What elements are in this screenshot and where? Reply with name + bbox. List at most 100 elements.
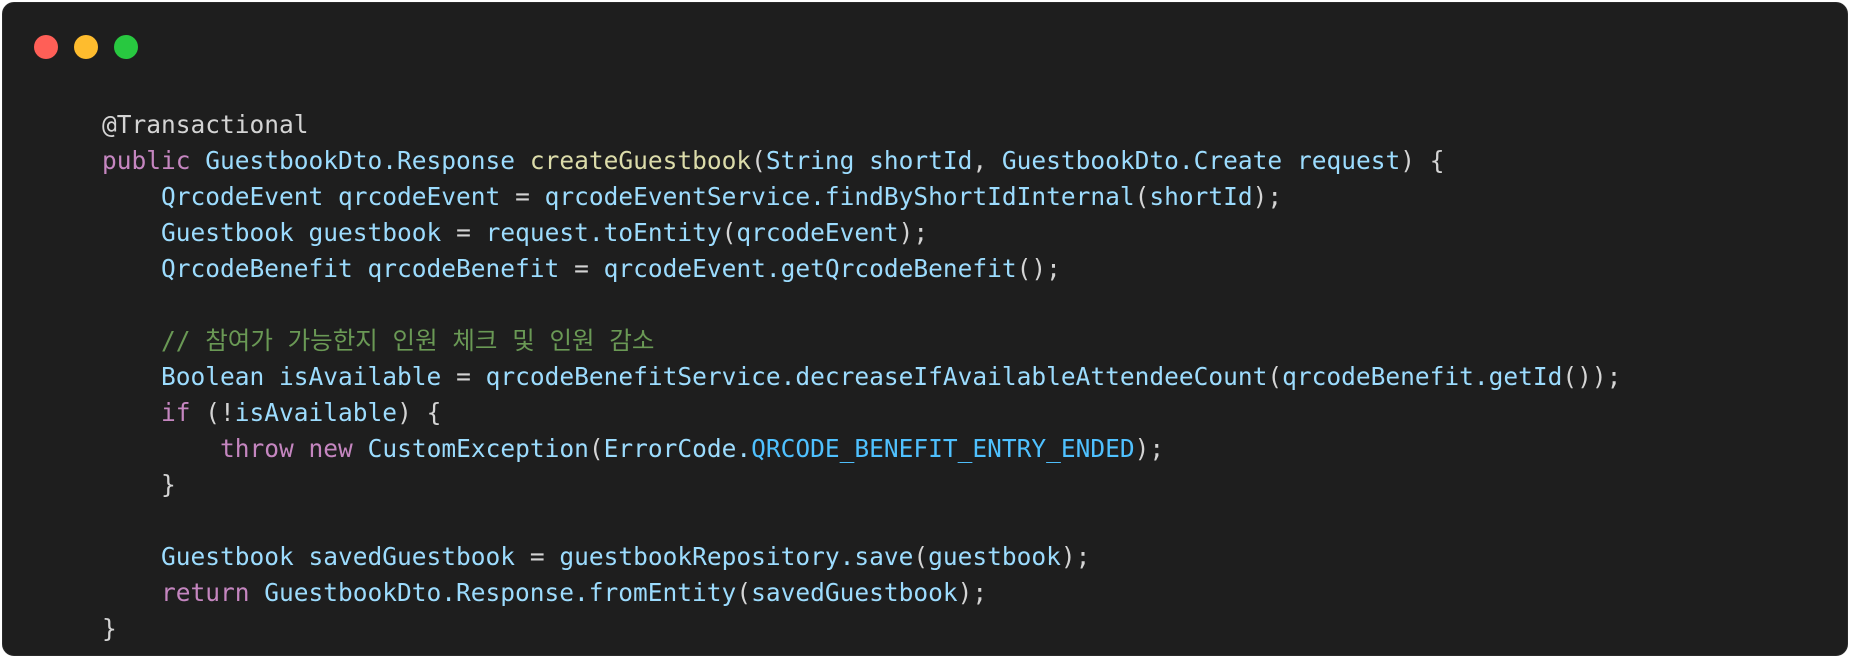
code-token: qrcodeBenefit: [367, 254, 560, 283]
code-token: qrcodeEvent.getQrcodeBenefit: [603, 254, 1017, 283]
code-token: =: [500, 182, 545, 211]
code-token: CustomException: [367, 434, 589, 463]
code-token: guestbook: [928, 542, 1061, 571]
code-token: (: [1267, 362, 1283, 391]
code-token: Boolean: [161, 362, 265, 391]
code-token: (!: [190, 398, 235, 427]
code-token: (: [751, 146, 766, 175]
code-token: if: [161, 398, 191, 427]
code-token: guestbook: [308, 218, 442, 247]
code-token: =: [559, 254, 604, 283]
window-controls: [34, 35, 138, 59]
code-token: (: [721, 218, 737, 247]
code-token: );: [957, 578, 988, 607]
code-token: QrcodeBenefit: [161, 254, 353, 283]
code-line: QrcodeBenefit qrcodeBenefit = qrcodeEven…: [102, 251, 1621, 287]
code-line: }: [102, 611, 1621, 647]
code-token: throw: [220, 434, 294, 463]
code-token: (: [588, 434, 604, 463]
code-token: }: [102, 614, 117, 643]
code-token: savedGuestbook: [751, 578, 958, 607]
code-token: guestbookRepository.save: [559, 542, 914, 571]
code-token: shortId: [869, 146, 973, 175]
code-line: Guestbook savedGuestbook = guestbookRepo…: [102, 539, 1621, 575]
code-token: public: [102, 146, 191, 175]
code-token: (: [913, 542, 929, 571]
code-token: GuestbookDto.Create: [1001, 146, 1283, 175]
code-line: if (!isAvailable) {: [102, 395, 1621, 431]
code-block: @Transactional public GuestbookDto.Respon…: [102, 107, 1621, 647]
code-token: =: [441, 362, 486, 391]
code-line: }: [102, 467, 1621, 503]
code-token: =: [441, 218, 486, 247]
code-line: public GuestbookDto.Response createGuest…: [102, 143, 1621, 179]
code-line: return GuestbookDto.Response.fromEntity(…: [102, 575, 1621, 611]
code-token: );: [1060, 542, 1091, 571]
code-token: ErrorCode.: [603, 434, 752, 463]
code-comment: // 참여가 가능한지 인원 체크 및 인원 감소: [161, 326, 655, 355]
code-token: ) {: [1400, 146, 1445, 175]
code-token: isAvailable: [234, 398, 398, 427]
code-token: qrcodeEvent: [338, 182, 501, 211]
code-token: GuestbookDto.Response.fromEntity: [264, 578, 737, 607]
code-line: @Transactional: [102, 107, 1621, 143]
code-token: shortId: [1149, 182, 1253, 211]
code-line: QrcodeEvent qrcodeEvent = qrcodeEventSer…: [102, 179, 1621, 215]
code-token: QrcodeEvent: [161, 182, 324, 211]
code-token: Guestbook: [161, 218, 294, 247]
code-token: isAvailable: [279, 362, 442, 391]
code-token: (: [736, 578, 752, 607]
code-token: request.toEntity: [485, 218, 722, 247]
code-token: }: [102, 470, 176, 499]
code-line: Guestbook guestbook = request.toEntity(q…: [102, 215, 1621, 251]
code-token: ();: [1016, 254, 1061, 283]
close-button[interactable]: [34, 35, 58, 59]
code-token: ) {: [397, 398, 442, 427]
code-token: createGuestbook: [529, 146, 752, 175]
code-token: request: [1296, 146, 1401, 175]
code-token: );: [898, 218, 929, 247]
code-token: QRCODE_BENEFIT_ENTRY_ENDED: [751, 434, 1135, 463]
minimize-button[interactable]: [74, 35, 98, 59]
code-token: String: [765, 146, 855, 175]
code-token: =: [515, 542, 560, 571]
code-window: @Transactional public GuestbookDto.Respon…: [2, 2, 1848, 656]
code-token: savedGuestbook: [308, 542, 516, 571]
code-token: GuestbookDto.Response: [205, 146, 516, 175]
code-token: new: [308, 434, 353, 463]
code-token: return: [161, 578, 250, 607]
code-line: throw new CustomException(ErrorCode.QRCO…: [102, 431, 1621, 467]
code-token: );: [1252, 182, 1283, 211]
code-token: qrcodeBenefitService.decreaseIfAvailable…: [485, 362, 1268, 391]
code-token: );: [1134, 434, 1165, 463]
code-token: qrcodeEvent: [736, 218, 899, 247]
code-token: (: [1134, 182, 1150, 211]
zoom-button[interactable]: [114, 35, 138, 59]
code-token: qrcodeEventService.findByShortIdInternal: [544, 182, 1135, 211]
code-token: qrcodeBenefit.getId: [1282, 362, 1563, 391]
code-token: ());: [1562, 362, 1622, 391]
code-token: Guestbook: [161, 542, 294, 571]
